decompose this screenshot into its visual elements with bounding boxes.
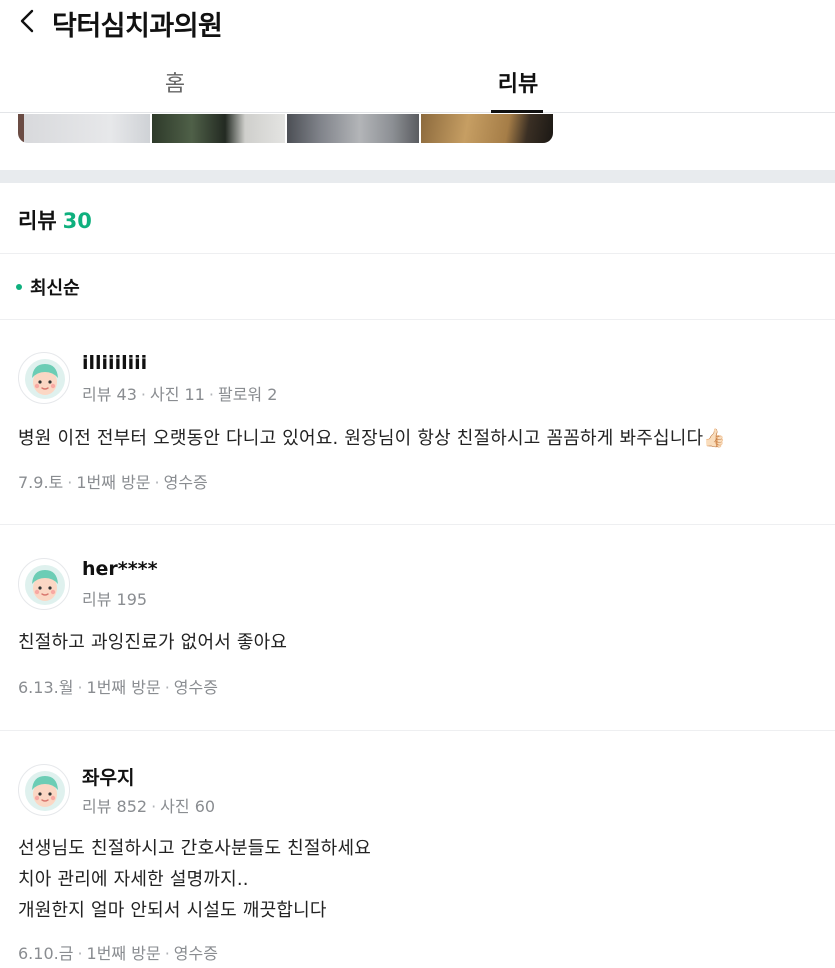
stat-reviews: 리뷰 195 — [82, 590, 148, 609]
reviews-heading-label: 리뷰 — [18, 209, 57, 233]
review-item: 좌우지 리뷰 852 · 사진 60 선생님도 친절하시고 간호사분들도 친절하세요… — [0, 731, 835, 968]
default-avatar-icon — [25, 359, 65, 399]
reviewer-nickname[interactable]: her**** — [82, 558, 158, 580]
reviewer-stats: 리뷰 195 — [82, 586, 147, 610]
separator-dot: · — [151, 797, 157, 816]
reviewer-stats: 리뷰 852 · 사진 60 — [82, 793, 215, 817]
photo-thumbnail[interactable] — [420, 114, 553, 143]
visit-count: 1번째 방문 — [86, 944, 161, 963]
review-text-line: 선생님도 친절하시고 간호사분들도 친절하세요 — [18, 838, 371, 859]
reviews-heading: 리뷰 30 — [18, 205, 92, 235]
review-item: illiiiliii 리뷰 43 · 사진 11 · 팔로워 2 병원 이전 전부터 오… — [0, 320, 835, 524]
section-divider — [0, 170, 835, 183]
reviewer-nickname[interactable]: illiiiliii — [82, 352, 147, 374]
review-text-line: 치아 관리에 자세한 설명까지.. — [18, 869, 249, 890]
tab-home[interactable]: 홈 — [115, 66, 235, 98]
separator-dot: · — [164, 944, 170, 963]
sort-label: 최신순 — [30, 278, 80, 299]
back-button[interactable] — [14, 6, 44, 36]
visit-info: 6.13.월 · 1번째 방문 · 영수증 — [18, 674, 218, 698]
stat-photos: 사진 11 — [149, 385, 205, 404]
photo-thumbnail[interactable] — [286, 114, 419, 143]
user-avatar[interactable] — [18, 352, 70, 404]
sort-dot-icon — [16, 284, 22, 290]
chevron-left-icon — [20, 9, 34, 33]
visit-date: 7.9.토 — [18, 473, 64, 492]
review-text-line: 개원한지 얼마 안되서 시설도 깨끗합니다 — [18, 900, 327, 921]
page-title: 닥터심치과의원 — [52, 11, 223, 42]
separator-dot: · — [77, 678, 83, 697]
separator-dot: · — [77, 944, 83, 963]
photo-strip — [18, 114, 553, 143]
separator-dot: · — [140, 385, 146, 404]
receipt-badge: 영수증 — [173, 944, 218, 963]
divider — [0, 253, 835, 254]
visit-info: 7.9.토 · 1번째 방문 · 영수증 — [18, 469, 208, 493]
default-avatar-icon — [25, 565, 65, 605]
active-tab-indicator — [491, 110, 543, 113]
photo-thumbnail[interactable] — [152, 114, 285, 143]
separator-dot: · — [154, 473, 160, 492]
separator-dot: · — [208, 385, 214, 404]
stat-reviews: 리뷰 852 — [82, 797, 148, 816]
visit-info: 6.10.금 · 1번째 방문 · 영수증 — [18, 940, 218, 964]
user-avatar[interactable] — [18, 764, 70, 816]
visit-date: 6.10.금 — [18, 944, 74, 963]
review-text: 병원 이전 전부터 오랫동안 다니고 있어요. 원장님이 항상 친절하시고 꼼꼼… — [18, 428, 726, 449]
default-avatar-icon — [25, 771, 65, 811]
stat-reviews: 리뷰 43 — [82, 385, 137, 404]
review-text: 선생님도 친절하시고 간호사분들도 친절하세요 치아 관리에 자세한 설명까지.… — [18, 833, 371, 926]
review-text: 친절하고 과잉진료가 없어서 좋아요 — [18, 632, 288, 653]
stat-followers: 팔로워 2 — [217, 385, 278, 404]
user-avatar[interactable] — [18, 558, 70, 610]
photo-thumbnail[interactable] — [18, 114, 151, 143]
visit-count: 1번째 방문 — [76, 473, 151, 492]
tab-review[interactable]: 리뷰 — [458, 66, 578, 98]
visit-count: 1번째 방문 — [86, 678, 161, 697]
stat-photos: 사진 60 — [160, 797, 216, 816]
separator-dot: · — [67, 473, 73, 492]
separator-dot: · — [164, 678, 170, 697]
review-item: her**** 리뷰 195 친절하고 과잉진료가 없어서 좋아요 6.13.월… — [0, 525, 835, 730]
reviews-count: 30 — [62, 209, 92, 233]
visit-date: 6.13.월 — [18, 678, 74, 697]
receipt-badge: 영수증 — [173, 678, 218, 697]
reviewer-nickname[interactable]: 좌우지 — [82, 763, 134, 790]
app-header: 닥터심치과의원 홈 리뷰 — [0, 0, 835, 113]
sort-selector[interactable]: 최신순 — [16, 274, 80, 300]
receipt-badge: 영수증 — [163, 473, 208, 492]
reviewer-stats: 리뷰 43 · 사진 11 · 팔로워 2 — [82, 381, 277, 405]
